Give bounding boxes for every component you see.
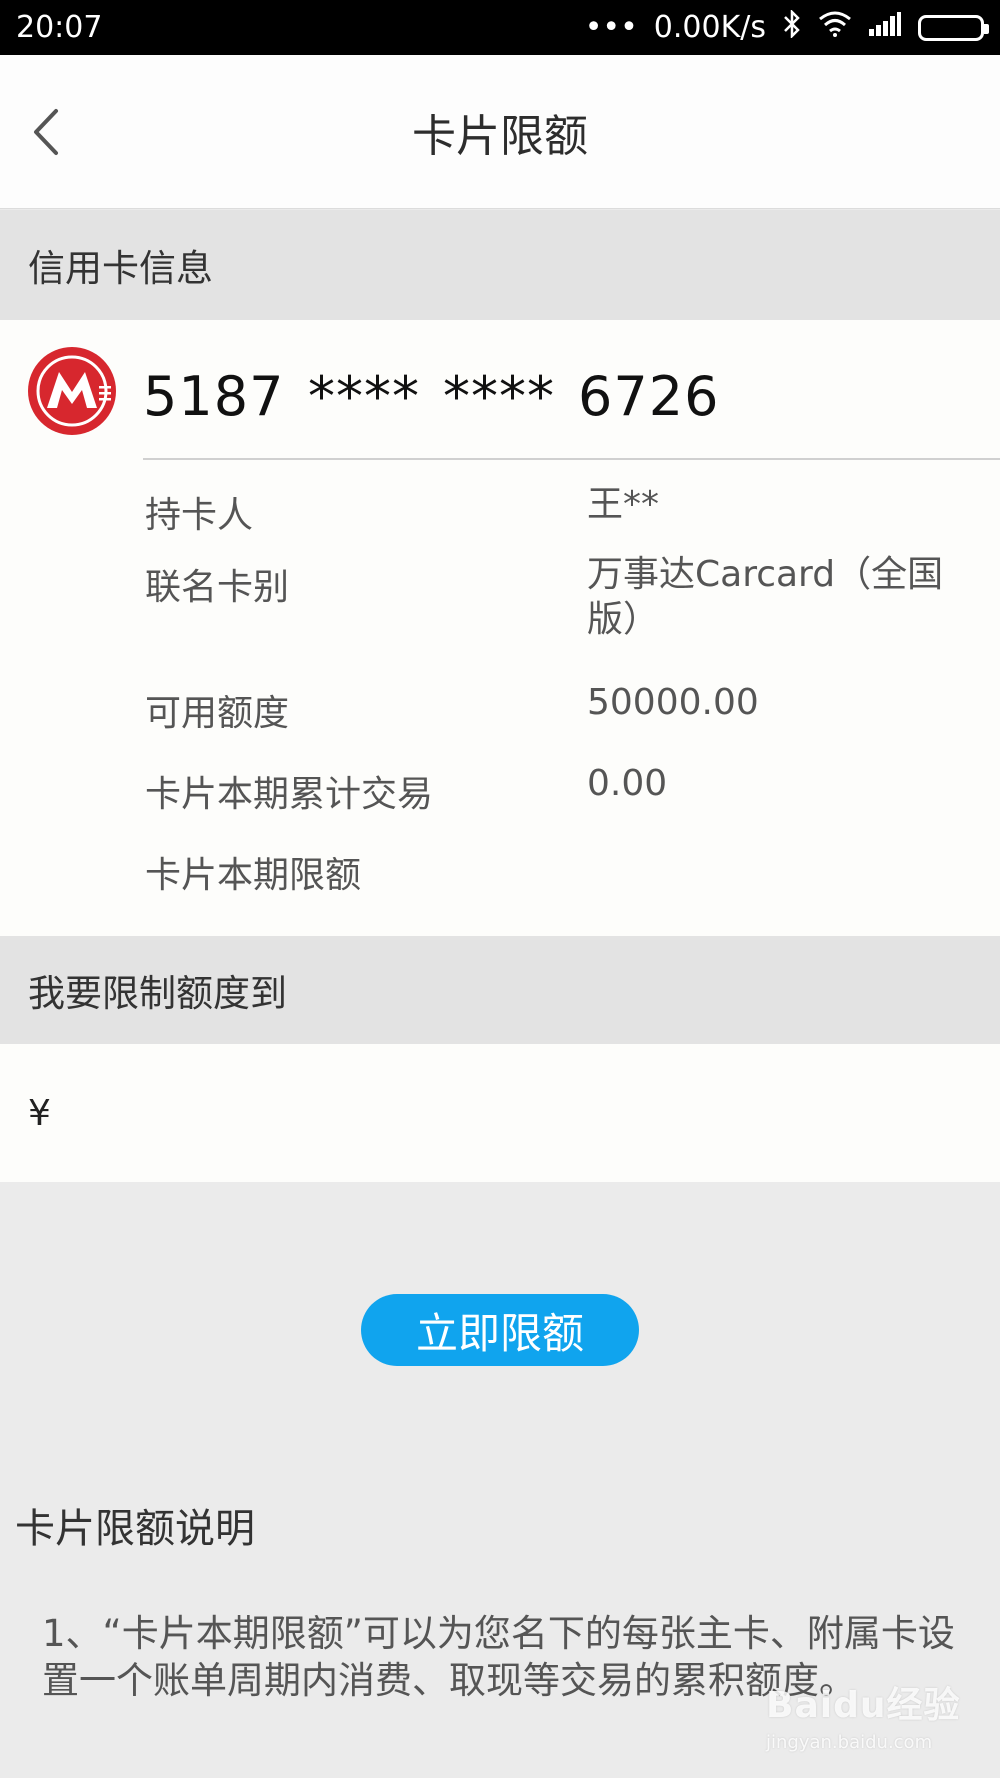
info-value: 王**: [587, 484, 660, 525]
info-value: 0.00: [587, 763, 668, 804]
card-info-panel: 5187 **** **** 6726 持卡人 王** 联名卡别 万事达Carc…: [0, 320, 1000, 936]
watermark-main: Baidu经验: [766, 1685, 961, 1726]
limit-input-row: ¥: [0, 1044, 1000, 1182]
card-number-group: ****: [308, 364, 420, 428]
card-number: 5187 **** **** 6726: [143, 356, 719, 436]
limit-amount-input[interactable]: [64, 1073, 945, 1153]
info-label: 持卡人: [145, 495, 254, 536]
battery-icon: [918, 14, 989, 41]
info-label: 卡片本期限额: [145, 855, 362, 896]
explanation-title: 卡片限额说明: [15, 1506, 255, 1552]
info-label: 卡片本期累计交易: [145, 774, 434, 815]
page-title: 卡片限额: [412, 111, 588, 162]
baidu-watermark: Baidu经验 jingyan.baidu.com: [766, 1676, 966, 1764]
currency-symbol: ¥: [28, 1092, 51, 1134]
card-number-group: ****: [443, 364, 555, 428]
more-dots-icon: •••: [584, 10, 638, 45]
card-number-group: 5187: [143, 364, 285, 428]
wifi-icon: [818, 11, 852, 44]
set-limit-button[interactable]: 立即限额: [361, 1294, 639, 1366]
nav-bar: 卡片限额: [0, 55, 1000, 209]
status-icons: ••• 0.00K/s: [584, 8, 989, 45]
status-time: 20:07: [16, 10, 103, 45]
info-value: 50000.00: [587, 682, 759, 723]
card-number-group: 6726: [578, 364, 720, 428]
section-header-limit: 我要限制额度到: [0, 936, 1000, 1044]
info-label: 联名卡别: [145, 567, 290, 608]
divider: [143, 458, 1000, 460]
bank-logo-icon: [28, 347, 116, 435]
info-label: 可用额度: [145, 693, 290, 734]
section-header-card-info: 信用卡信息: [0, 210, 1000, 320]
status-bar: 20:07 ••• 0.00K/s: [0, 0, 1000, 55]
bluetooth-icon: [782, 8, 802, 45]
watermark-sub: jingyan.baidu.com: [766, 1732, 933, 1753]
network-speed: 0.00K/s: [653, 10, 766, 45]
signal-icon: [868, 11, 902, 44]
info-value: 万事达Carcard（全国版）: [587, 554, 944, 640]
